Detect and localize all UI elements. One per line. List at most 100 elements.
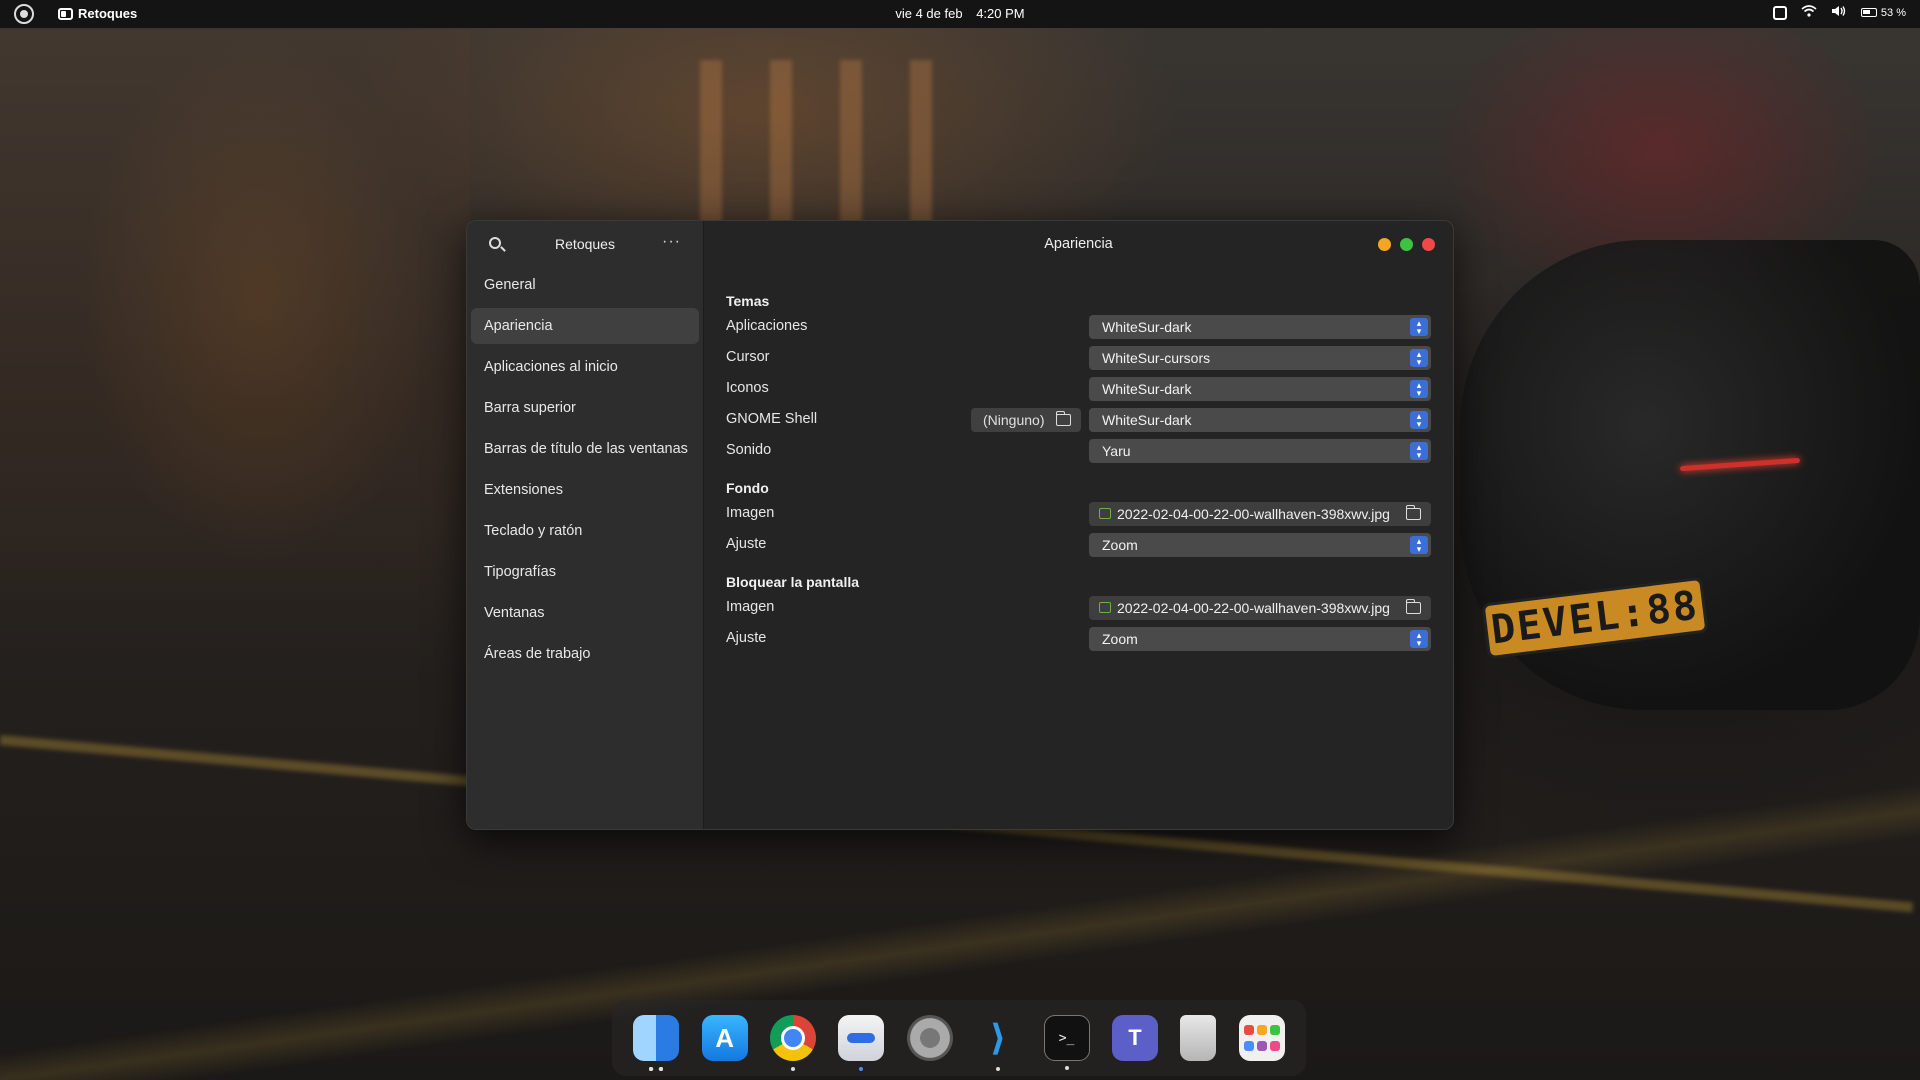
- folder-icon: [1405, 505, 1421, 520]
- shell-theme-value: WhiteSur-dark: [1102, 412, 1192, 428]
- lockscreen-fit-value: Zoom: [1102, 631, 1138, 647]
- app-store-icon[interactable]: A: [701, 1015, 748, 1061]
- battery-indicator: 53 %: [1860, 6, 1906, 19]
- running-indicator: [790, 1067, 795, 1071]
- sound-theme-label: Sonido: [726, 442, 772, 458]
- running-indicator: [859, 1067, 864, 1071]
- background-fit-value: Zoom: [1102, 537, 1138, 553]
- cursor-theme-select[interactable]: WhiteSur-cursors ▴ ▾: [1089, 346, 1431, 370]
- background-image-label: Imagen: [726, 505, 775, 521]
- content-pane: Apariencia Temas Aplicaciones WhiteSur-d…: [704, 221, 1453, 829]
- section-temas: Temas: [726, 293, 770, 309]
- terminal-icon[interactable]: >_: [1043, 1015, 1090, 1070]
- sound-theme-select[interactable]: Yaru ▴ ▾: [1089, 439, 1431, 463]
- folder-icon: [1405, 599, 1421, 614]
- sound-theme-value: Yaru: [1102, 443, 1131, 459]
- vscode-glyph: ⟩: [989, 1017, 1007, 1058]
- minimize-button[interactable]: [1378, 238, 1391, 251]
- tweaks-icon[interactable]: [838, 1015, 885, 1071]
- combo-arrows-icon: ▴ ▾: [1410, 536, 1428, 554]
- combo-arrows-icon: ▴ ▾: [1410, 630, 1428, 648]
- background-image-button[interactable]: 2022-02-04-00-22-00-wallhaven-398xwv.jpg: [1089, 502, 1431, 526]
- combo-arrows-icon: ▴ ▾: [1410, 318, 1428, 336]
- maximize-button[interactable]: [1400, 238, 1413, 251]
- lockscreen-fit-select[interactable]: Zoom ▴ ▾: [1089, 627, 1431, 651]
- background-image-value: 2022-02-04-00-22-00-wallhaven-398xwv.jpg: [1117, 506, 1390, 522]
- sidebar-item-apariencia[interactable]: Apariencia: [471, 308, 699, 344]
- chrome-icon[interactable]: [769, 1015, 816, 1071]
- icons-theme-label: Iconos: [726, 380, 769, 396]
- running-indicator: [1064, 1066, 1069, 1070]
- dock: A ⟩ >_ T: [612, 1000, 1306, 1076]
- sidebar-item-aplicaciones-al-inicio[interactable]: Aplicaciones al inicio: [471, 349, 699, 385]
- search-icon[interactable]: [489, 237, 501, 249]
- wifi-icon: [1801, 5, 1817, 20]
- top-bar: Retoques vie 4 de feb 4:20 PM 53 %: [0, 0, 1920, 28]
- finder-icon[interactable]: [633, 1015, 680, 1071]
- settings-icon[interactable]: [906, 1015, 953, 1061]
- window-controls: [1378, 238, 1435, 251]
- lockscreen-image-button[interactable]: 2022-02-04-00-22-00-wallhaven-398xwv.jpg: [1089, 596, 1431, 620]
- section-fondo: Fondo: [726, 480, 769, 496]
- combo-arrows-icon: ▴ ▾: [1410, 442, 1428, 460]
- teams-icon[interactable]: T: [1111, 1015, 1158, 1061]
- combo-arrows-icon: ▴ ▾: [1410, 411, 1428, 429]
- clock[interactable]: vie 4 de feb 4:20 PM: [0, 6, 1920, 21]
- background-fit-label: Ajuste: [726, 536, 767, 552]
- sidebar-nav: General Apariencia Aplicaciones al inici…: [467, 267, 703, 672]
- content-header: Apariencia: [704, 221, 1453, 267]
- lockscreen-image-value: 2022-02-04-00-22-00-wallhaven-398xwv.jpg: [1117, 600, 1390, 616]
- combo-arrows-icon: ▴ ▾: [1410, 380, 1428, 398]
- combo-arrows-icon: ▴ ▾: [1410, 349, 1428, 367]
- wallpaper-windows: [700, 60, 960, 230]
- sidebar: Retoques ··· General Apariencia Aplicaci…: [467, 221, 704, 829]
- page-title: Apariencia: [1044, 236, 1113, 252]
- sidebar-item-extensiones[interactable]: Extensiones: [471, 472, 699, 508]
- system-tray[interactable]: 53 %: [1772, 5, 1906, 20]
- clock-date: vie 4 de feb: [895, 6, 963, 21]
- cursor-theme-label: Cursor: [726, 349, 770, 365]
- vscode-icon[interactable]: ⟩: [975, 1015, 1021, 1071]
- sidebar-title: Retoques: [555, 236, 615, 252]
- section-bloquear-pantalla: Bloquear la pantalla: [726, 574, 860, 590]
- image-file-icon: [1099, 508, 1111, 519]
- teams-glyph: T: [1128, 1025, 1142, 1050]
- icons-theme-value: WhiteSur-dark: [1102, 381, 1192, 397]
- clock-time: 4:20 PM: [976, 6, 1025, 21]
- sidebar-item-teclado-y-raton[interactable]: Teclado y ratón: [471, 513, 699, 549]
- wallpaper-building: [0, 30, 470, 670]
- sidebar-item-ventanas[interactable]: Ventanas: [471, 595, 699, 631]
- indicator-icon[interactable]: [1772, 5, 1787, 20]
- sidebar-item-areas-de-trabajo[interactable]: Áreas de trabajo: [471, 636, 699, 672]
- running-indicator: [649, 1067, 664, 1071]
- shell-theme-select[interactable]: WhiteSur-dark ▴ ▾: [1089, 408, 1431, 432]
- trash-icon[interactable]: [1180, 1015, 1217, 1061]
- more-options-icon[interactable]: ···: [662, 233, 681, 251]
- sidebar-item-general[interactable]: General: [471, 267, 699, 303]
- icons-theme-select[interactable]: WhiteSur-dark ▴ ▾: [1089, 377, 1431, 401]
- lockscreen-image-label: Imagen: [726, 599, 775, 615]
- shell-theme-file-value: (Ninguno): [983, 412, 1045, 428]
- apps-theme-select[interactable]: WhiteSur-dark ▴ ▾: [1089, 315, 1431, 339]
- shell-theme-file-button[interactable]: (Ninguno): [971, 408, 1081, 432]
- sidebar-header: Retoques ···: [467, 221, 703, 267]
- running-indicator: [996, 1067, 1001, 1071]
- shell-theme-label: GNOME Shell: [726, 411, 818, 427]
- background-fit-select[interactable]: Zoom ▴ ▾: [1089, 533, 1431, 557]
- apps-theme-value: WhiteSur-dark: [1102, 319, 1192, 335]
- lockscreen-fit-label: Ajuste: [726, 630, 767, 646]
- folder-icon: [1055, 411, 1071, 426]
- image-file-icon: [1099, 602, 1111, 613]
- close-button[interactable]: [1422, 238, 1435, 251]
- sidebar-item-barra-superior[interactable]: Barra superior: [471, 390, 699, 426]
- apps-theme-label: Aplicaciones: [726, 318, 808, 334]
- app-store-glyph: A: [715, 1022, 734, 1053]
- sidebar-item-tipografias[interactable]: Tipografías: [471, 554, 699, 590]
- battery-icon: [1860, 8, 1877, 17]
- tweaks-window: Retoques ··· General Apariencia Aplicaci…: [466, 220, 1454, 830]
- sidebar-item-barras-de-titulo[interactable]: Barras de título de las ventanas: [471, 431, 699, 467]
- cursor-theme-value: WhiteSur-cursors: [1102, 350, 1211, 366]
- terminal-glyph: >_: [1058, 1030, 1075, 1046]
- battery-percent: 53 %: [1880, 6, 1906, 19]
- app-grid-icon[interactable]: [1238, 1015, 1285, 1061]
